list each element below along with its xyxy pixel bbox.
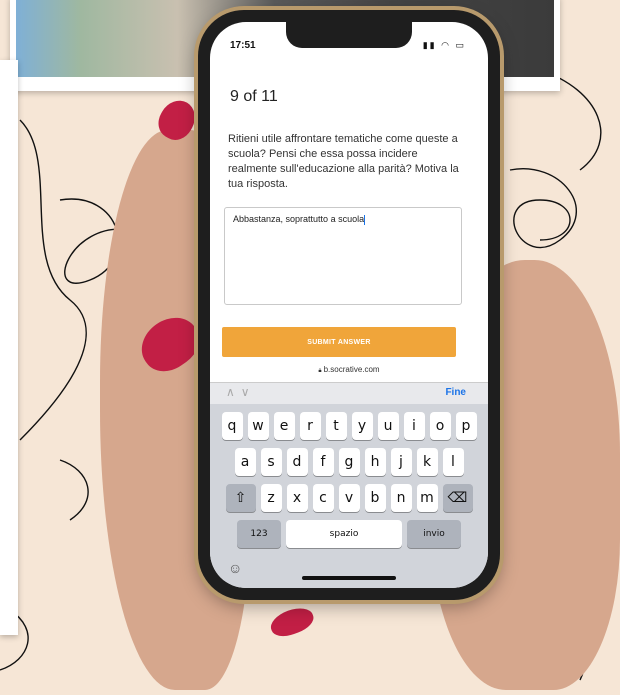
key[interactable]: z [260,484,282,512]
answer-text: Abbastanza, soprattutto a scuola [233,214,365,224]
question-progress: 9 of 11 [230,88,278,105]
key[interactable]: g [338,448,360,476]
key[interactable]: h [364,448,386,476]
key[interactable]: k [416,448,438,476]
key[interactable]: t [325,412,347,440]
background-photo-edge [0,60,18,635]
keyboard-toolbar: ∧∨ Fine [210,382,488,404]
shift-icon[interactable]: ⇧ [225,484,256,512]
key[interactable]: c [312,484,334,512]
url-bar[interactable]: 🔒︎ b.socrative.com [210,362,488,378]
key[interactable]: y [351,412,373,440]
numbers-key[interactable]: 123 [237,520,281,548]
done-button[interactable]: Fine [445,387,466,398]
lock-icon: 🔒︎ [318,368,322,374]
phone: 17:51 ▮▮ ◠ ▭ 9 of 11 Ritieni utile affro… [198,10,500,600]
key[interactable]: j [390,448,412,476]
key[interactable]: o [429,412,451,440]
text-caret [364,214,366,225]
key[interactable]: n [390,484,412,512]
key[interactable]: i [403,412,425,440]
space-key[interactable]: spazio [286,520,402,548]
key[interactable]: f [312,448,334,476]
phone-screen: 17:51 ▮▮ ◠ ▭ 9 of 11 Ritieni utile affro… [210,22,488,588]
previous-field-icon[interactable]: ∧ [226,385,241,399]
backspace-icon[interactable]: ⌫ [442,484,473,512]
key[interactable]: a [234,448,256,476]
url-text: b.socrative.com [323,365,380,374]
answer-textarea[interactable]: Abbastanza, soprattutto a scuola [224,207,462,305]
key[interactable]: w [247,412,269,440]
battery-icon: ▭ [455,40,466,50]
key[interactable]: e [273,412,295,440]
key[interactable]: q [221,412,243,440]
key[interactable]: p [455,412,477,440]
wifi-icon: ◠ [441,40,451,50]
return-key[interactable]: invio [407,520,461,548]
key[interactable]: v [338,484,360,512]
key[interactable]: b [364,484,386,512]
key[interactable]: s [260,448,282,476]
key[interactable]: u [377,412,399,440]
key[interactable]: r [299,412,321,440]
key[interactable]: m [416,484,438,512]
key[interactable]: x [286,484,308,512]
submit-answer-button[interactable]: SUBMIT ANSWER [222,327,456,357]
question-text: Ritieni utile affrontare tematiche come … [228,133,459,190]
next-field-icon[interactable]: ∨ [241,385,256,399]
status-time: 17:51 [230,40,256,51]
keyboard: q w e r t y u i o p a s d f g h j k l ⇧ … [210,404,488,588]
home-indicator [302,576,396,580]
notch [286,22,412,48]
emoji-icon[interactable]: ☺ [228,560,242,576]
key[interactable]: l [442,448,464,476]
key[interactable]: d [286,448,308,476]
signal-icon: ▮▮ [422,40,437,50]
